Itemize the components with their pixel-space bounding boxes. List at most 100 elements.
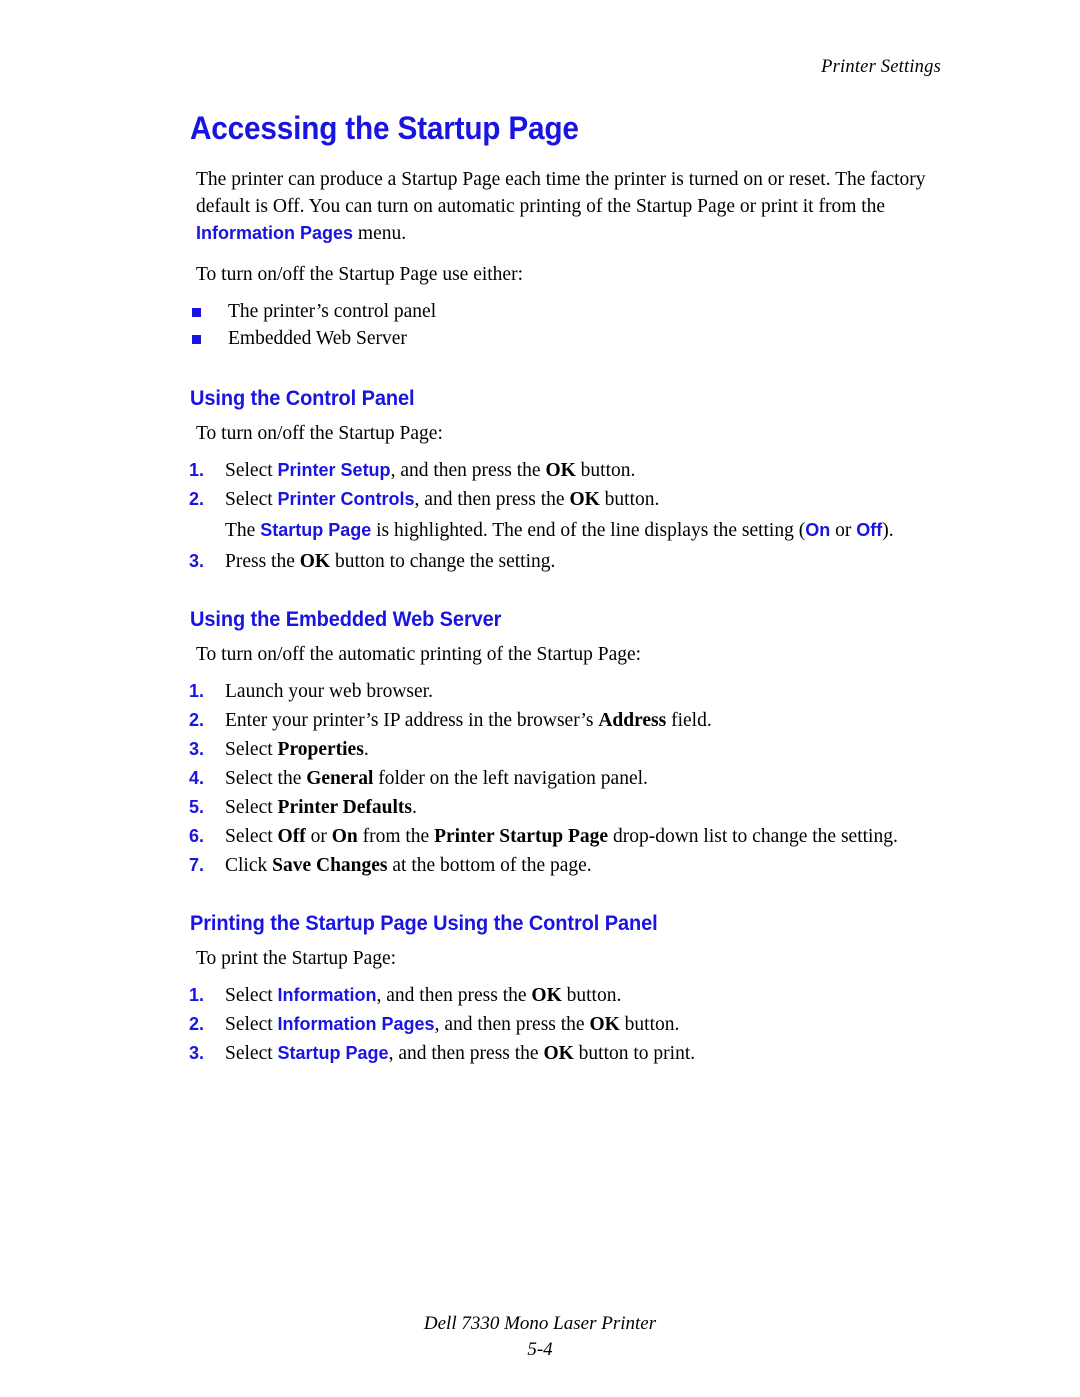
intro-bullet-list: The printer’s control panel Embedded Web… [186, 298, 926, 352]
text-run: Select [225, 797, 278, 818]
step-note: The Startup Page is highlighted. The end… [189, 517, 926, 544]
step-item: 2. Select Information Pages, and then pr… [189, 1011, 926, 1038]
text-run: is highlighted. The end of the line disp… [371, 520, 806, 541]
step-number: 1. [189, 681, 205, 701]
footer-product-name: Dell 7330 Mono Laser Printer [423, 1313, 657, 1334]
ui-term: Information Pages [277, 1014, 435, 1034]
text-run: or [830, 520, 857, 541]
text-run: Select the [225, 768, 307, 789]
ui-term: Off [856, 520, 883, 540]
intro-information-pages-term: Information Pages [196, 223, 354, 243]
control-panel-lead: To turn on/off the Startup Page: [196, 423, 443, 444]
bold-term: Properties [277, 739, 364, 760]
ui-term: Information [277, 985, 377, 1005]
step-text: Select the General folder on the left na… [225, 768, 648, 789]
text-run: The [225, 520, 261, 541]
ui-term: On [805, 520, 831, 540]
printing-lead: To print the Startup Page: [196, 948, 397, 969]
text-run: Select [225, 460, 278, 481]
text-run: drop-down list to change the setting. [608, 826, 898, 847]
step-number: 3. [189, 551, 205, 571]
step-text: Select Properties. [225, 739, 369, 760]
step-item: 1. Select Information, and then press th… [189, 982, 926, 1009]
text-run: . [363, 739, 369, 760]
text-run: Select [225, 985, 278, 1006]
ui-term: Startup Page [277, 1043, 389, 1063]
document-page: Printer Settings Accessing the Startup P… [0, 0, 1080, 1397]
ui-term: Printer Setup [277, 460, 391, 480]
bold-term: General [306, 768, 374, 789]
step-number: 2. [189, 1014, 205, 1034]
step-item: 5. Select Printer Defaults. [189, 794, 926, 821]
step-item: 1. Launch your web browser. [189, 678, 926, 705]
step-text: Launch your web browser. [225, 681, 433, 702]
square-bullet-icon [192, 335, 201, 344]
step-number: 7. [189, 855, 205, 875]
intro-paragraph-text-a: The printer can produce a Startup Page e… [196, 169, 926, 217]
text-run: Click [225, 855, 273, 876]
text-run: , and then press the [414, 489, 570, 510]
bold-term: Save Changes [272, 855, 388, 876]
text-run: ). [882, 520, 894, 541]
printing-steps: 1. Select Information, and then press th… [186, 982, 926, 1067]
step-text: Select Printer Defaults. [225, 797, 417, 818]
intro-paragraph-text-b: menu. [353, 223, 407, 244]
section-heading-control-panel: Using the Control Panel [190, 386, 415, 410]
text-run: from the [357, 826, 435, 847]
step-text: Select Information, and then press the O… [225, 985, 621, 1006]
step-item: 2. Enter your printer’s IP address in th… [189, 707, 926, 734]
step-item: 7. Click Save Changes at the bottom of t… [189, 852, 926, 879]
step-number: 1. [189, 985, 205, 1005]
step-item: 4. Select the General folder on the left… [189, 765, 926, 792]
step-text: Select Printer Controls, and then press … [225, 489, 659, 510]
step-number: 6. [189, 826, 205, 846]
text-run: Select [225, 739, 278, 760]
page-footer: Dell 7330 Mono Laser Printer 5-4 [0, 1311, 1080, 1363]
step-number: 2. [189, 489, 205, 509]
list-item-label: The printer’s control panel [228, 301, 437, 322]
bold-term: OK [299, 551, 331, 572]
text-run: Select [225, 826, 278, 847]
bold-term: Printer Startup Page [434, 826, 609, 847]
bold-term: On [331, 826, 358, 847]
step-text: Select Information Pages, and then press… [225, 1014, 679, 1035]
step-number: 5. [189, 797, 205, 817]
step-text: Enter your printer’s IP address in the b… [225, 710, 712, 731]
bold-term: Off [277, 826, 306, 847]
square-bullet-icon [192, 308, 201, 317]
text-run: button to change the setting. [330, 551, 556, 572]
section-heading-embedded-web-server: Using the Embedded Web Server [190, 607, 502, 631]
text-run: button. [599, 489, 660, 510]
intro-lead-line: To turn on/off the Startup Page use eith… [196, 264, 523, 285]
web-server-steps: 1. Launch your web browser. 2. Enter you… [186, 678, 926, 879]
web-server-lead: To turn on/off the automatic printing of… [196, 644, 642, 665]
step-item: 3. Select Properties. [189, 736, 926, 763]
step-text: Press the OK button to change the settin… [225, 551, 555, 572]
text-run: , and then press the [376, 985, 532, 1006]
step-number: 3. [189, 1043, 205, 1063]
text-run: Select [225, 1014, 278, 1035]
bold-term: Printer Defaults [277, 797, 413, 818]
text-run: Select [225, 489, 278, 510]
text-run: Enter your printer’s IP address in the b… [225, 710, 599, 731]
step-number: 3. [189, 739, 205, 759]
bold-term: Address [598, 710, 667, 731]
step-item: 6. Select Off or On from the Printer Sta… [189, 823, 926, 850]
ui-term: Startup Page [260, 520, 372, 540]
step-item: 1. Select Printer Setup, and then press … [189, 457, 926, 484]
running-header: Printer Settings [821, 57, 941, 77]
bold-term: OK [569, 489, 600, 510]
bold-term: OK [545, 460, 576, 481]
list-item: The printer’s control panel [192, 298, 926, 325]
step-text: Click Save Changes at the bottom of the … [225, 855, 592, 876]
text-run: Select [225, 1043, 278, 1064]
text-run: field. [666, 710, 712, 731]
step-number: 4. [189, 768, 205, 788]
bold-term: OK [543, 1043, 574, 1064]
list-item-label: Embedded Web Server [228, 328, 407, 349]
text-run: at the bottom of the page. [387, 855, 592, 876]
footer-page-number: 5-4 [527, 1339, 553, 1360]
